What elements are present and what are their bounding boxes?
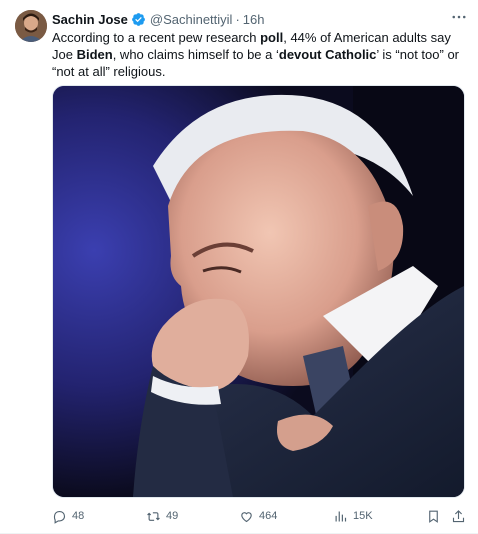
repost-button[interactable]: 49 <box>146 506 178 526</box>
repost-count: 49 <box>166 510 179 522</box>
tweet-actions: 48 49 464 15K <box>52 506 470 526</box>
text-bold-devout-catholic: devout Catholic <box>278 47 377 62</box>
tweet[interactable]: Sachin Jose @Sachinettiyil · 16h Accordi… <box>0 0 478 534</box>
bookmark-icon <box>429 510 438 523</box>
photo-image <box>53 86 464 497</box>
timestamp[interactable]: 16h <box>243 12 265 27</box>
text-bold-poll: poll <box>260 30 284 45</box>
tweet-text: According to a recent pew research poll,… <box>52 29 462 80</box>
reply-count: 48 <box>72 510 85 522</box>
like-count: 464 <box>259 510 278 522</box>
tweet-header: Sachin Jose @Sachinettiyil · 16h <box>52 10 265 28</box>
author-handle[interactable]: @Sachinettiyil <box>150 12 233 27</box>
text-bold-biden: Biden <box>76 47 113 62</box>
tweet-photo[interactable] <box>52 85 465 498</box>
share-icon <box>452 509 465 522</box>
bookmark-button[interactable] <box>426 506 446 526</box>
text-part: According to a recent pew research <box>52 30 261 45</box>
verified-badge-icon <box>131 12 145 26</box>
reply-icon <box>53 510 66 524</box>
reply-button[interactable]: 48 <box>52 506 84 526</box>
avatar-image <box>15 10 47 42</box>
header-separator: · <box>235 11 240 27</box>
like-button[interactable]: 464 <box>239 506 277 526</box>
avatar[interactable] <box>15 10 47 42</box>
more-icon[interactable] <box>450 8 468 26</box>
heart-icon <box>241 511 252 522</box>
views-icon <box>335 511 347 521</box>
author-name[interactable]: Sachin Jose <box>52 12 128 27</box>
views-count: 15K <box>353 510 373 522</box>
repost-icon <box>147 511 160 521</box>
views-button[interactable]: 15K <box>333 506 373 526</box>
share-button[interactable] <box>451 506 471 526</box>
text-part: , who claims himself to be a ‘ <box>112 47 279 62</box>
